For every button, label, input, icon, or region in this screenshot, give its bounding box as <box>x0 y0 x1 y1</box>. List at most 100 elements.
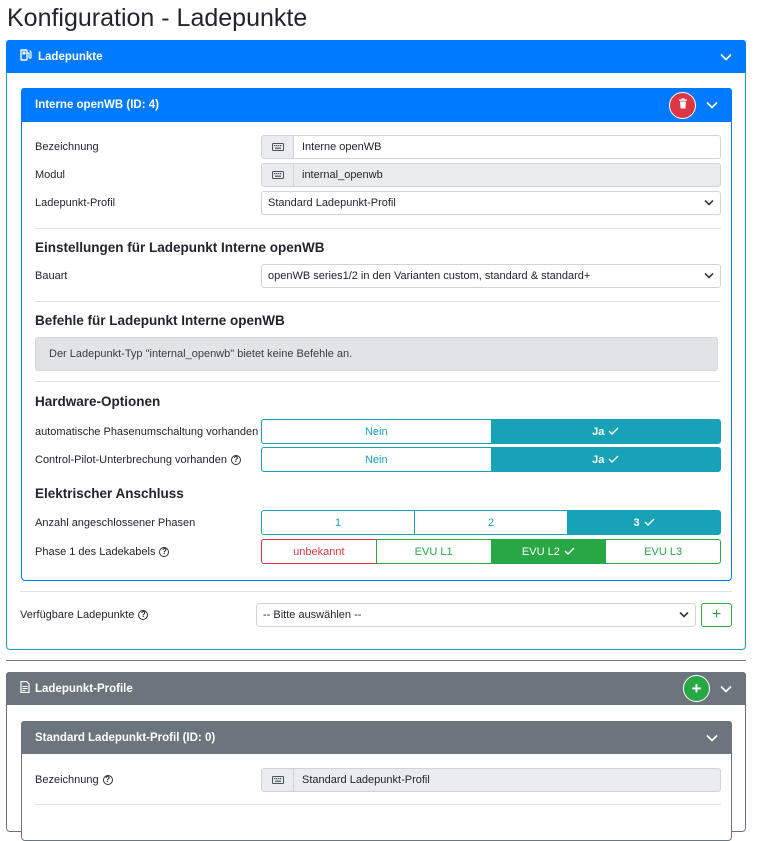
chevron-down-icon[interactable] <box>706 101 718 109</box>
profile-bezeichnung-input[interactable] <box>294 769 720 791</box>
phase1-l2-label: EVU L2 <box>521 545 560 558</box>
standard-profile-card-header[interactable]: Standard Ladepunkt-Profil (ID: 0) <box>21 721 732 754</box>
profil-select[interactable]: Standard Ladepunkt-Profil <box>261 191 721 215</box>
bezeichnung-input[interactable] <box>294 136 720 158</box>
phases-label: Anzahl angeschlossener Phasen <box>35 516 196 529</box>
profile-card-header[interactable]: Ladepunkt-Profile + <box>6 672 746 705</box>
page-title: Konfiguration - Ladepunkte <box>7 4 308 32</box>
keyboard-icon <box>262 164 294 186</box>
ev-charger-icon <box>20 49 33 64</box>
phase1-l3-button[interactable]: EVU L3 <box>605 539 721 564</box>
help-icon[interactable]: ? <box>102 775 113 785</box>
chevron-down-icon <box>704 270 714 282</box>
profile-bezeichnung-row: Bezeichnung ? <box>35 768 721 792</box>
bauart-select[interactable]: openWB series1/2 in den Varianten custom… <box>261 264 721 288</box>
chevron-down-icon <box>679 609 689 621</box>
phase1-l3-label: EVU L3 <box>644 545 683 558</box>
profil-row: Ladepunkt-Profil Standard Ladepunkt-Prof… <box>35 191 721 215</box>
phase-switch-label: automatische Phasenumschaltung vorhanden <box>35 425 259 438</box>
profil-select-value: Standard Ladepunkt-Profil <box>268 197 396 209</box>
phase1-label-wrap: Phase 1 des Ladekabels ? <box>35 546 261 558</box>
ladepunkte-card: Ladepunkte Interne openWB (ID: 4) Bezeic… <box>6 40 746 650</box>
commands-title: Befehle für Ladepunkt Interne openWB <box>35 313 285 328</box>
phase1-label: Phase 1 des Ladekabels <box>35 545 156 558</box>
standard-profile-card: Standard Ladepunkt-Profil (ID: 0) Bezeic… <box>21 721 732 841</box>
phases-row: Anzahl angeschlossener Phasen 1 2 3 <box>35 510 721 535</box>
phases-2-label: 2 <box>487 516 495 529</box>
modul-row: Modul <box>35 163 721 187</box>
phase-switch-no-label: Nein <box>364 425 388 438</box>
section-divider <box>6 660 746 661</box>
check-icon <box>608 426 619 438</box>
chargepoint-card-header[interactable]: Interne openWB (ID: 4) <box>21 88 732 122</box>
trash-icon <box>678 98 688 112</box>
keyboard-icon <box>262 769 294 791</box>
phase-switch-toggle: Nein Ja <box>261 419 721 444</box>
phase-switch-no-button[interactable]: Nein <box>261 419 492 444</box>
phase1-l1-button[interactable]: EVU L1 <box>375 539 492 564</box>
phase1-l1-label: EVU L1 <box>414 545 453 558</box>
cp-interrupt-toggle: Nein Ja <box>261 447 721 472</box>
standard-profile-card-title: Standard Ladepunkt-Profil (ID: 0) <box>35 731 216 744</box>
commands-info-text: Der Ladepunkt-Typ "internal_openwb" biet… <box>49 348 353 360</box>
phase1-l2-button[interactable]: EVU L2 <box>490 539 607 564</box>
cp-interrupt-no-button[interactable]: Nein <box>261 447 492 472</box>
phase1-unknown-button[interactable]: unbekannt <box>261 539 377 564</box>
phases-toggle: 1 2 3 <box>261 510 721 535</box>
phase-switch-row: automatische Phasenumschaltung vorhanden… <box>35 419 721 444</box>
electrical-title: Elektrischer Anschluss <box>35 486 184 501</box>
add-chargepoint-button[interactable]: + <box>701 603 732 627</box>
keyboard-icon <box>262 136 294 158</box>
phases-1-label: 1 <box>334 516 342 529</box>
available-label-wrap: Verfügbare Ladepunkte ? <box>20 609 256 621</box>
document-icon <box>20 680 30 696</box>
chevron-down-icon[interactable] <box>706 734 718 742</box>
plus-icon: + <box>691 678 702 698</box>
profile-card-title: Ladepunkt-Profile <box>35 682 133 695</box>
chargepoint-card-title: Interne openWB (ID: 4) <box>35 99 159 111</box>
divider <box>35 228 721 229</box>
cp-interrupt-yes-label: Ja <box>592 453 605 466</box>
profile-bezeichnung-label-wrap: Bezeichnung ? <box>35 774 261 786</box>
add-profile-button[interactable]: + <box>683 675 710 702</box>
check-icon <box>608 454 619 466</box>
modul-label: Modul <box>35 169 65 181</box>
bezeichnung-row: Bezeichnung <box>35 135 721 159</box>
ladepunkte-card-header[interactable]: Ladepunkte <box>6 40 746 73</box>
available-label: Verfügbare Ladepunkte <box>20 609 135 621</box>
phase-switch-yes-button[interactable]: Ja <box>490 419 721 444</box>
phases-2-button[interactable]: 2 <box>414 510 568 535</box>
plus-icon: + <box>711 606 722 623</box>
hardware-title: Hardware-Optionen <box>35 394 161 409</box>
chevron-down-icon[interactable] <box>720 685 732 693</box>
delete-chargepoint-button[interactable] <box>669 91 696 119</box>
phases-3-button[interactable]: 3 <box>567 510 721 535</box>
bezeichnung-input-group <box>261 135 721 159</box>
help-icon[interactable]: ? <box>138 610 149 620</box>
cp-interrupt-yes-button[interactable]: Ja <box>490 447 721 472</box>
chevron-down-icon[interactable] <box>720 53 732 61</box>
help-icon[interactable]: ? <box>231 454 241 465</box>
phases-1-button[interactable]: 1 <box>261 510 415 535</box>
cp-interrupt-label: Control-Pilot-Unterbrechung vorhanden <box>35 453 227 466</box>
profile-card: Ladepunkt-Profile + Standard Ladepunkt-P… <box>6 672 746 841</box>
available-select[interactable]: -- Bitte auswählen -- <box>256 603 696 627</box>
help-icon[interactable]: ? <box>159 546 170 557</box>
check-icon <box>644 517 655 529</box>
phase-switch-yes-label: Ja <box>592 425 605 438</box>
chargepoint-card: Interne openWB (ID: 4) Bezeichnung Inter… <box>21 88 732 581</box>
profil-label: Ladepunkt-Profil <box>35 197 116 209</box>
available-row: Verfügbare Ladepunkte ? -- Bitte auswähl… <box>20 603 732 627</box>
chevron-down-icon <box>704 197 714 209</box>
bauart-select-value: openWB series1/2 in den Varianten custom… <box>268 270 591 282</box>
phase1-row: Phase 1 des Ladekabels ? unbekannt EVU L… <box>35 539 721 564</box>
bauart-label: Bauart <box>35 270 68 282</box>
check-icon <box>564 546 575 558</box>
profile-bezeichnung-input-group <box>261 768 721 792</box>
modul-input <box>294 164 720 186</box>
settings-title: Einstellungen für Ladepunkt Interne open… <box>35 240 325 255</box>
divider <box>35 381 721 382</box>
divider <box>20 591 732 592</box>
divider <box>35 301 721 302</box>
phases-3-label: 3 <box>633 516 640 529</box>
